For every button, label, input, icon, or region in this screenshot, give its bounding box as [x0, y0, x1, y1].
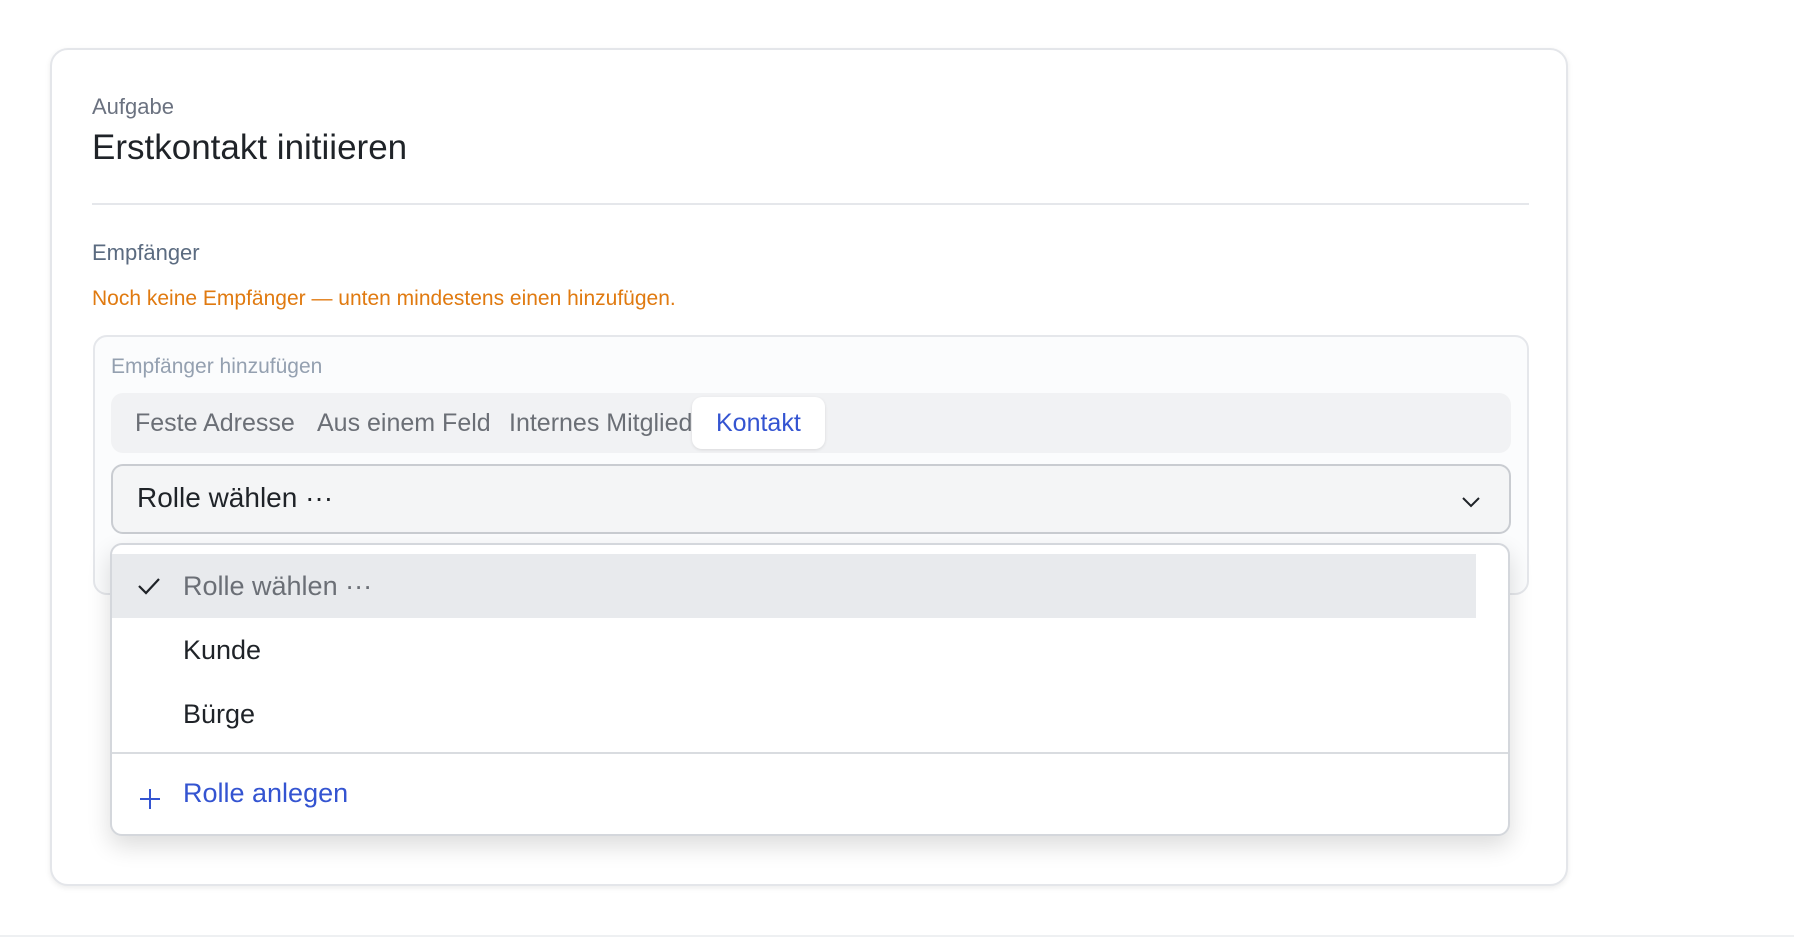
role-select-value: Rolle wählen ··· — [137, 482, 334, 513]
role-dropdown-menu: Rolle wählen ··· Kunde Bürge Rolle anleg… — [110, 543, 1510, 836]
role-option-label: Rolle wählen ··· — [183, 571, 373, 601]
check-icon — [138, 578, 160, 595]
tab-aus-einem-feld[interactable]: Aus einem Feld — [293, 397, 515, 449]
create-role-button[interactable]: Rolle anlegen — [112, 755, 1508, 835]
add-recipient-label: Empfänger hinzufügen — [111, 355, 323, 378]
tab-internes-mitglied[interactable]: Internes Mitglied — [485, 397, 716, 449]
role-option-label: Kunde — [183, 635, 262, 665]
role-select[interactable]: Rolle wählen ··· — [111, 464, 1511, 534]
page-title: Erstkontakt initiieren — [92, 128, 408, 167]
role-option-label: Bürge — [183, 699, 256, 729]
tab-kontakt[interactable]: Kontakt — [692, 397, 825, 449]
role-option-placeholder[interactable]: Rolle wählen ··· — [112, 554, 1476, 618]
chevron-down-icon — [1462, 497, 1480, 508]
plus-icon — [140, 789, 160, 809]
recipients-label: Empfänger — [92, 240, 200, 265]
role-option-kunde[interactable]: Kunde — [112, 618, 1476, 682]
recipients-warning: Noch keine Empfänger — unten mindestens … — [92, 287, 676, 310]
tab-feste-adresse[interactable]: Feste Adresse — [111, 397, 319, 449]
dropdown-separator — [112, 752, 1508, 754]
page-bottom-rule — [0, 935, 1794, 937]
task-eyebrow: Aufgabe — [92, 94, 174, 119]
recipient-type-tabs: Feste Adresse Aus einem Feld Internes Mi… — [111, 393, 1511, 453]
divider — [92, 203, 1529, 205]
create-role-label: Rolle anlegen — [183, 778, 349, 808]
role-option-buerge[interactable]: Bürge — [112, 682, 1476, 746]
